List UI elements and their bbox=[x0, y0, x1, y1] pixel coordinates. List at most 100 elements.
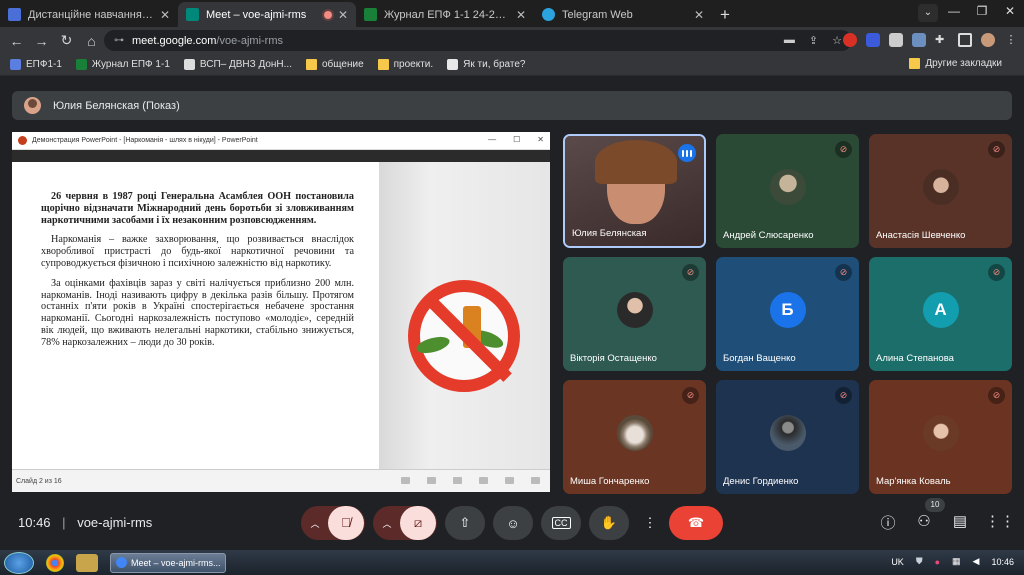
maximize-icon: ☐ bbox=[513, 135, 521, 144]
participant-tile[interactable]: ⊘ Вікторія Остащенко bbox=[563, 257, 706, 371]
presenter-label: Юлия Белянская (Показ) bbox=[53, 99, 180, 112]
network-icon[interactable]: ▦ bbox=[952, 556, 961, 567]
audio-options-chevron-icon[interactable]: ︿ bbox=[302, 517, 328, 530]
folder-icon bbox=[909, 58, 921, 69]
mic-off-icon: ⊘ bbox=[988, 264, 1005, 281]
folder-icon bbox=[377, 59, 389, 70]
hang-up-icon: ☎ bbox=[687, 515, 705, 530]
participant-tile[interactable]: Юлия Белянская bbox=[563, 134, 706, 248]
more-options-button[interactable]: ⋮ bbox=[637, 506, 663, 540]
participant-name: Вікторія Остащенко bbox=[570, 353, 657, 364]
tray-clock[interactable]: 10:46 bbox=[991, 557, 1014, 567]
site-info-icon[interactable]: ⊶ bbox=[114, 35, 124, 46]
home-icon[interactable]: ⌂ bbox=[79, 33, 104, 49]
raise-hand-button[interactable]: ✋ bbox=[589, 506, 629, 540]
tray-icon[interactable]: ● bbox=[935, 557, 940, 567]
participant-tile[interactable]: ⊘ Анастасія Шевченко bbox=[869, 134, 1012, 248]
participant-name: Денис Гордиенко bbox=[723, 476, 799, 487]
bookmark-item[interactable]: Як ти, брате? bbox=[447, 59, 526, 70]
menu-icon[interactable]: ⋮ bbox=[1004, 33, 1018, 47]
close-icon[interactable]: ✕ bbox=[694, 8, 704, 22]
video-options-chevron-icon[interactable]: ︿ bbox=[374, 517, 400, 530]
participant-tile[interactable]: ⊘ Миша Гончаренко bbox=[563, 380, 706, 494]
close-icon[interactable]: ✕ bbox=[338, 8, 348, 22]
tab-journal[interactable]: Журнал ЕПФ 1-1 24-25 - Goo ✕ bbox=[356, 2, 534, 27]
opera-extension-icon[interactable] bbox=[843, 33, 857, 47]
reload-icon[interactable]: ↻ bbox=[54, 32, 79, 49]
speaker-icon[interactable]: ◀ bbox=[973, 556, 980, 567]
explorer-icon[interactable] bbox=[76, 553, 98, 572]
tab-telegram[interactable]: Telegram Web ✕ bbox=[534, 2, 712, 27]
camera-icon[interactable]: ▬ bbox=[784, 34, 795, 47]
chrome-icon[interactable] bbox=[46, 553, 64, 572]
bookmark-item[interactable]: ЕПФ1-1 bbox=[10, 59, 62, 70]
bookmark-item[interactable]: Журнал ЕПФ 1-1 bbox=[75, 59, 170, 70]
tab-strip: Дистанційне навчання в ВСП ✕ Meet – voe-… bbox=[0, 0, 1024, 27]
participant-tile[interactable]: ⊘ Денис Гордиенко bbox=[716, 380, 859, 494]
back-icon[interactable]: ← bbox=[4, 33, 29, 49]
puzzle-icon[interactable]: ✚ bbox=[935, 33, 949, 47]
extensions: ✚ ⋮ bbox=[843, 33, 1018, 47]
tab-distance-learning[interactable]: Дистанційне навчання в ВСП ✕ bbox=[0, 2, 178, 27]
more-icon: ⋮ bbox=[643, 515, 657, 530]
new-tab-button[interactable]: + bbox=[712, 2, 738, 27]
meet-icon bbox=[186, 8, 199, 21]
bookmark-star-icon[interactable]: ☆ bbox=[832, 34, 842, 47]
other-bookmarks[interactable]: Другие закладки bbox=[909, 58, 1002, 69]
mic-off-button[interactable]: 🎙̸ bbox=[328, 506, 364, 540]
participant-name: Мар'янка Коваль bbox=[876, 476, 951, 487]
mic-off-icon: ⊘ bbox=[682, 387, 699, 404]
share-icon[interactable]: ⇪ bbox=[809, 34, 818, 47]
captions-button[interactable]: CC bbox=[541, 506, 581, 540]
meet-control-bar: 10:46 | voe-ajmi-rms ︿ 🎙̸ ︿ ⧄ ⇧ ☺ CC ✋ ⋮… bbox=[0, 498, 1024, 549]
people-count-badge: 10 bbox=[925, 498, 945, 512]
id-extension-icon[interactable] bbox=[866, 33, 880, 47]
close-window-icon[interactable]: ✕ bbox=[996, 0, 1024, 22]
mic-off-icon: ⊘ bbox=[835, 141, 852, 158]
camera-off-button[interactable]: ⧄ bbox=[400, 506, 436, 540]
participant-tile[interactable]: ⊘ Мар'янка Коваль bbox=[869, 380, 1012, 494]
tab-title: Журнал ЕПФ 1-1 24-25 - Goo bbox=[384, 8, 510, 21]
sheets-icon bbox=[75, 59, 87, 70]
tab-search-icon[interactable]: ⌄ bbox=[918, 4, 938, 22]
chat-icon[interactable]: ▤ bbox=[949, 512, 971, 530]
emoji-icon: ☺ bbox=[506, 515, 520, 531]
reactions-button[interactable]: ☺ bbox=[493, 506, 533, 540]
form-icon bbox=[8, 8, 21, 21]
taskbar-chrome-window[interactable]: Meet – voe-ajmi-rms... bbox=[110, 552, 226, 573]
mic-off-icon: ⊘ bbox=[988, 387, 1005, 404]
bookmark-folder[interactable]: общение bbox=[306, 59, 364, 70]
people-icon[interactable]: ⚇ bbox=[913, 512, 935, 530]
participant-avatar bbox=[616, 292, 653, 328]
present-screen-button[interactable]: ⇧ bbox=[445, 506, 485, 540]
forward-icon[interactable]: → bbox=[29, 33, 54, 49]
participant-tile[interactable]: ⊘ А Алина Степанова bbox=[869, 257, 1012, 371]
close-icon[interactable]: ✕ bbox=[160, 8, 170, 22]
mic-off-icon: ⊘ bbox=[835, 387, 852, 404]
participant-name: Андрей Слюсаренко bbox=[723, 230, 814, 241]
participant-avatar bbox=[769, 415, 806, 451]
meeting-details-icon[interactable]: ⓘ bbox=[877, 512, 899, 533]
extension-icon[interactable] bbox=[912, 33, 926, 47]
bookmark-folder[interactable]: проекти. bbox=[377, 59, 434, 70]
language-indicator[interactable]: UK bbox=[891, 557, 904, 567]
side-panel-icon[interactable] bbox=[958, 33, 972, 47]
tab-meet[interactable]: Meet – voe-ajmi-rms ✕ bbox=[178, 2, 356, 27]
tray-icon[interactable]: ⛊ bbox=[916, 556, 923, 567]
extension-icon[interactable] bbox=[889, 33, 903, 47]
maximize-icon[interactable]: ❐ bbox=[968, 0, 996, 22]
participant-avatar bbox=[616, 415, 653, 451]
address-bar[interactable]: ⊶ meet.google.com/voe-ajmi-rms ▬ ⇪ ☆ bbox=[104, 30, 852, 51]
presentation-stage: Демонстрация PowerPoint - [Наркоманія - … bbox=[12, 132, 550, 492]
activities-icon[interactable]: ⋮⋮ bbox=[985, 512, 1015, 530]
participant-tile[interactable]: ⊘ Б Богдан Ващенко bbox=[716, 257, 859, 371]
close-icon[interactable]: ✕ bbox=[516, 8, 526, 22]
profile-avatar[interactable] bbox=[981, 33, 995, 47]
minimize-icon[interactable]: — bbox=[940, 0, 968, 22]
bookmark-label: проекти. bbox=[393, 59, 434, 70]
bookmark-item[interactable]: ВСП– ДВНЗ ДонН... bbox=[183, 59, 292, 70]
start-button[interactable] bbox=[4, 551, 34, 574]
participant-tile[interactable]: ⊘ Андрей Слюсаренко bbox=[716, 134, 859, 248]
leave-call-button[interactable]: ☎ bbox=[669, 506, 723, 540]
close-icon: ✕ bbox=[537, 135, 544, 144]
